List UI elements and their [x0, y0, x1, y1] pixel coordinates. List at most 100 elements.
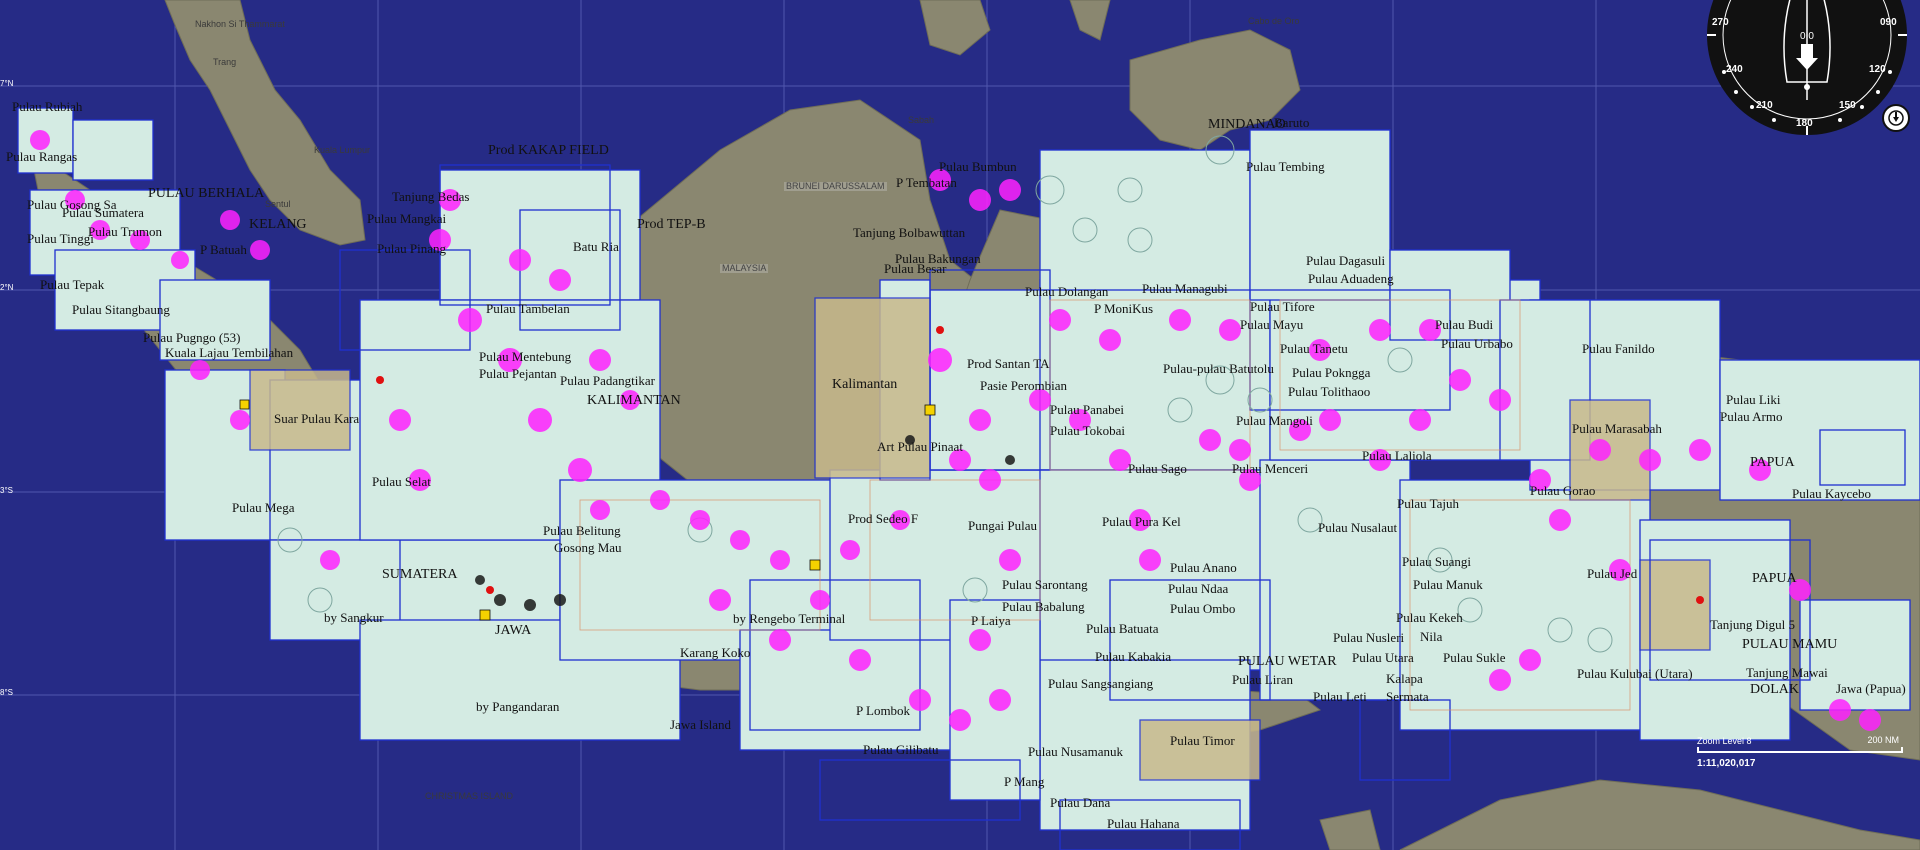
label-tolithaoo: Pulau Tolithaoo [1288, 384, 1371, 399]
label-tembatan: P Tembatan [896, 175, 957, 190]
label-monikus: P MoniKus [1094, 301, 1154, 316]
label-jawa: JAWA [495, 623, 532, 638]
label-besar: Pulau Besar [884, 261, 947, 276]
label-mangkai: Pulau Mangkai [367, 211, 447, 226]
latitude-label: 8°S [0, 688, 13, 697]
label-rengebo: by Rengebo Terminal [733, 611, 846, 626]
label-urbabo: Pulau Urbabo [1441, 336, 1513, 351]
label-sangkur: by Sangkur [324, 610, 384, 625]
label-santan: Prod Santan TA [967, 356, 1050, 371]
label-kayu: P Laiya [971, 613, 1011, 628]
compass-tick: 150 [1839, 100, 1856, 111]
label-pantai: Pulau Trumon [88, 224, 163, 239]
label-sitangbaung: Pulau Sitangbaung [72, 302, 170, 317]
label-jed: Pulau Jed [1587, 566, 1638, 581]
label-rangas: Pulau Rangas [6, 149, 78, 164]
label-gosong-mau: Gosong Mau [554, 540, 622, 555]
label-batuata: Pulau Batuata [1086, 621, 1159, 636]
label-sumatera2: SUMATERA [382, 567, 458, 582]
label-sukle: Pulau Sukle [1443, 650, 1506, 665]
label-pokngga: Pulau Pokngga [1292, 365, 1371, 380]
label-nakhon: Nakhon Si Thammarat [195, 19, 285, 29]
compass-tick: 090 [1880, 17, 1897, 28]
label-mang: P Mang [1004, 774, 1045, 789]
label-belitung: Pulau Belitung [543, 523, 621, 538]
label-nusleri: Pulau Nusleri [1333, 630, 1405, 645]
label-kalapa: Kalapa [1386, 671, 1423, 686]
label-suar: Suar Pulau Kara [274, 411, 360, 426]
label-dana: Pulau Dana [1050, 795, 1111, 810]
locate-position-button[interactable] [1882, 104, 1910, 132]
label-malaysia: MALAYSIA [720, 263, 769, 273]
label-pulau-mamu: PULAU MAMU [1742, 637, 1838, 652]
label-ombo: Pulau Ombo [1170, 601, 1236, 616]
label-nila: Nila [1420, 629, 1443, 644]
label-kalimantan2: Kalimantan [832, 377, 898, 392]
label-gosongsa: Pulau Gosong Sa [27, 197, 117, 212]
label-selat: Pulau Selat [372, 474, 431, 489]
label-dolangan: Pulau Dolangan [1025, 284, 1109, 299]
label-papua: PAPUA [1750, 455, 1795, 470]
label-sangsangiang: Pulau Sangsangiang [1048, 676, 1154, 691]
label-dolak: DOLAK [1750, 682, 1799, 697]
label-mindanao-top: Cabo de Oro [1248, 16, 1300, 26]
label-budi: Pulau Budi [1435, 317, 1494, 332]
label-sentul: Sentul [265, 199, 291, 209]
label-trang: Trang [213, 57, 237, 67]
label-timor: Pulau Timor [1170, 733, 1235, 748]
label-tokobai: Pulau Tokobai [1050, 423, 1126, 438]
label-lajau: Kuala Lajau Tembilahan [165, 345, 294, 360]
label-kualalumpur: Kuala Lumpur [314, 145, 371, 155]
label-tajug: Tanjung Digul 5 [1710, 617, 1796, 632]
compass-rose[interactable]: 0.0 270 240 210 180 150 120 090 [1704, 0, 1910, 138]
label-nusamanuk: Pulau Nusamanuk [1028, 744, 1123, 759]
label-berhala: PULAU BERHALA [148, 186, 265, 201]
label-bolbawuttan: Tanjung Bolbawuttan [853, 225, 966, 240]
label-bumbun: Pulau Bumbun [939, 159, 1017, 174]
label-kulubai: Pulau Kulubai (Utara) [1577, 666, 1693, 681]
label-anano: Pulau Anano [1170, 560, 1237, 575]
scale-bar: 200 NM [1697, 735, 1903, 753]
label-liki: Pulau Liki [1726, 392, 1781, 407]
compass-heading: 0.0 [1800, 31, 1814, 42]
label-fabalung: Pulau Babalung [1002, 599, 1085, 614]
compass-tick: 240 [1726, 64, 1743, 75]
label-mangolo: Pulau Mangoli [1236, 413, 1313, 428]
label-sago: Pulau Sago [1128, 461, 1187, 476]
label-tambelan: Pulau Tambelan [486, 301, 570, 316]
label-mentebung: Pulau Mentebung [479, 349, 572, 364]
label-jawa-papua: Jawa (Papua) [1836, 681, 1906, 696]
label-kelang: KELANG [249, 217, 307, 232]
locate-arrow-icon [1888, 110, 1904, 126]
label-batutolu: Pulau-pulau Batutolu [1163, 361, 1274, 376]
latitude-label: 7°N [0, 79, 14, 88]
label-kel: Pulau Pura Kel [1102, 514, 1181, 529]
label-pangandaran: by Pangandaran [476, 699, 560, 714]
label-gilibatu: Pulau Gilibatu [863, 742, 939, 757]
label-sabah: Sabah [908, 115, 935, 125]
label-armo: Pulau Armo [1720, 409, 1783, 424]
label-dagasuli: Pulau Dagasuli [1306, 253, 1386, 268]
label-lombok: P Lombok [856, 703, 911, 718]
label-sulawesi: Pulau Managubi [1142, 281, 1228, 296]
label-tegp: Prod TEP-B [637, 217, 706, 232]
label-aduadeng: Pulau Aduadeng [1308, 271, 1394, 286]
label-menceri: Pulau Menceri [1232, 461, 1309, 476]
compass-tick: 120 [1869, 64, 1886, 75]
label-brunei: BRUNEI DARUSSALAM [784, 181, 887, 191]
label-mega: Pulau Mega [232, 500, 295, 515]
label-panabei: Pulau Panabei [1050, 402, 1125, 417]
label-laliola: Pulau Laliola [1362, 448, 1432, 463]
label-art-pinaat: Art Pulau Pinaat [877, 439, 963, 454]
label-kekeh: Pulau Kekeh [1396, 610, 1463, 625]
label-kabakia: Pulau Kabakia [1095, 649, 1172, 664]
scale-indicator: Zoom Level 8 200 NM 1:11,020,017 [1697, 735, 1903, 769]
label-kaycebo: Pulau Kaycebo [1792, 486, 1872, 501]
label-christmas: CHRISTMAS ISLAND [425, 791, 514, 801]
label-tinggi: Pulau Tinggi [27, 231, 94, 246]
label-fanildo: Pulau Fanildo [1582, 341, 1655, 356]
label-ndaa: Pulau Ndaa [1168, 581, 1229, 596]
label-nusalaut: Pulau Nusalaut [1318, 520, 1398, 535]
label-jawa-island: Jawa Island [670, 717, 732, 732]
latitude-label: 2°N [0, 283, 14, 292]
